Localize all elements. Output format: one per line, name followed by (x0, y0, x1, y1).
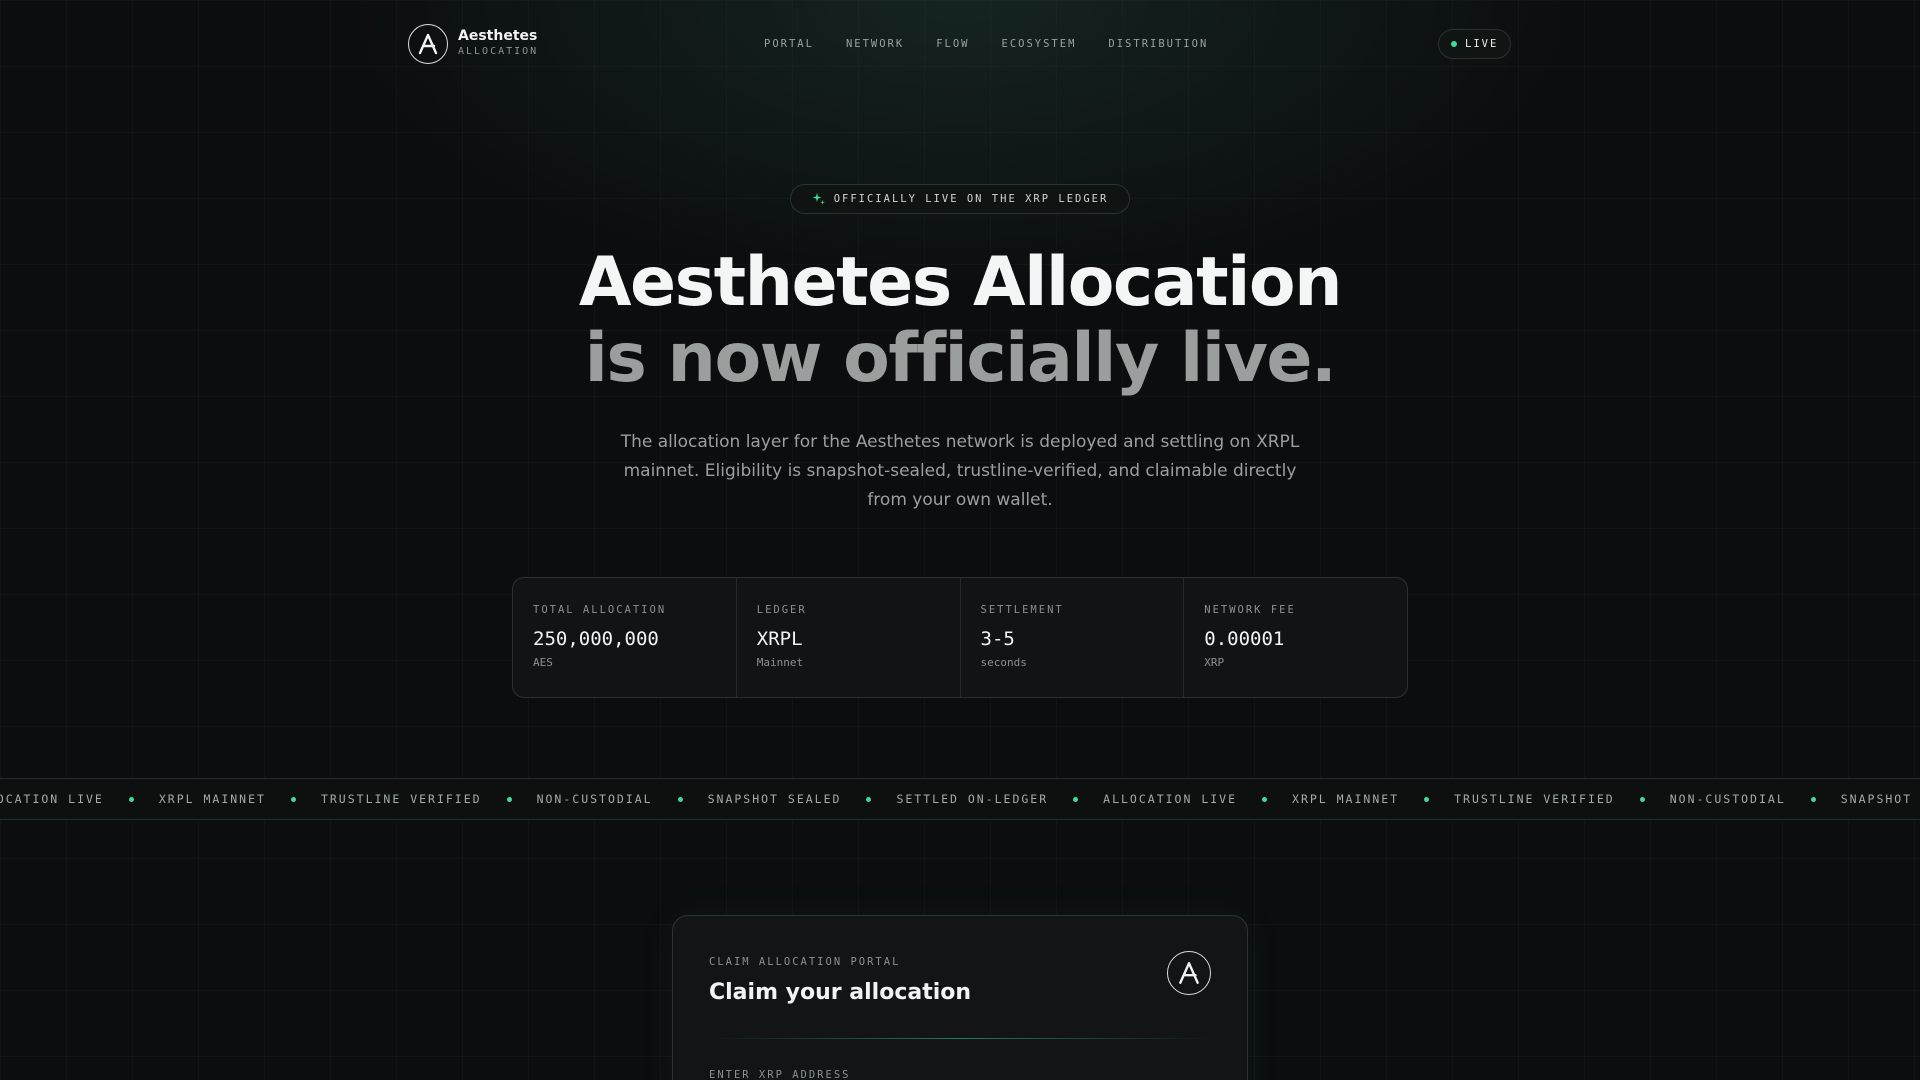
ticker-separator-icon (1810, 796, 1816, 802)
brand-subtitle: ALLOCATION (458, 46, 539, 57)
claim-card: CLAIM ALLOCATION PORTAL Claim your alloc… (672, 915, 1248, 1080)
ticker-item: SETTLED ON-LEDGER (896, 792, 1103, 806)
ticker-item: SNAPSHOT SEALED (708, 792, 897, 806)
ticker-item: TRUSTLINE VERIFIED (321, 792, 537, 806)
ticker-item-label: XRPL MAINNET (1292, 792, 1400, 806)
ticker-item: NON-CUSTODIAL (1670, 792, 1841, 806)
xrp-address-label: ENTER XRP ADDRESS (709, 1069, 851, 1080)
hero-title: Aesthetes Allocation is now officially l… (460, 245, 1460, 397)
ticker-separator-icon (1424, 796, 1430, 802)
nav-portal[interactable]: PORTAL (764, 36, 814, 52)
hero-title-line1: Aesthetes Allocation (578, 243, 1343, 322)
ticker-separator-icon (677, 796, 683, 802)
stat-value: 250,000,000 (533, 628, 659, 650)
nav-network[interactable]: NETWORK (846, 36, 904, 52)
brand[interactable]: Aesthetes ALLOCATION (408, 24, 538, 64)
stat-value: 0.00001 (1204, 628, 1285, 650)
stat-label: NETWORK FEE (1204, 604, 1296, 616)
badge-label: OFFICIALLY LIVE ON THE XRP LEDGER (833, 193, 1109, 205)
ticker-item-label: TRUSTLINE VERIFIED (320, 792, 482, 806)
stat-label: TOTAL ALLOCATION (533, 604, 667, 616)
ticker-item-label: NON-CUSTODIAL (536, 792, 653, 806)
ticker-separator-icon (1639, 796, 1645, 802)
brand-name: Aesthetes (458, 28, 538, 44)
ticker-separator-icon (1262, 796, 1268, 802)
ticker-item-label: SETTLED ON-LEDGER (896, 792, 1049, 806)
aesthetes-logo-icon (408, 24, 448, 64)
ticker-item: TRUSTLINE VERIFIED (1454, 792, 1670, 806)
ticker-track: ALLOCATION LIVE XRPL MAINNET TRUSTLINE VER… (0, 779, 1920, 819)
stat-unit: XRP (1204, 656, 1225, 669)
ticker-item: SNAPSHOT SEALED (1841, 792, 1920, 806)
ticker-separator-icon (1073, 796, 1079, 802)
ticker-item-label: NON-CUSTODIAL (1669, 792, 1786, 806)
live-badge: OFFICIALLY LIVE ON THE XRP LEDGER (790, 184, 1130, 214)
stat-settlement: SETTLEMENT 3-5 seconds (961, 578, 1185, 697)
main-nav: PORTAL NETWORK FLOW ECOSYSTEM DISTRIBUTI… (764, 36, 1208, 52)
stat-network-fee: NETWORK FEE 0.00001 XRP (1184, 578, 1407, 697)
nav-ecosystem[interactable]: ECOSYSTEM (1002, 36, 1077, 52)
claim-title: Claim your allocation (709, 980, 972, 1005)
ticker-item: XRPL MAINNET (1292, 792, 1454, 806)
ticker-separator-icon (128, 796, 134, 802)
ticker-item-label: XRPL MAINNET (158, 792, 266, 806)
stat-ledger: LEDGER XRPL Mainnet (737, 578, 961, 697)
ticker-item: ALLOCATION LIVE (1103, 792, 1292, 806)
ticker-item: NON-CUSTODIAL (537, 792, 708, 806)
stat-unit: Mainnet (756, 656, 804, 669)
ticker-item-label: TRUSTLINE VERIFIED (1454, 792, 1615, 806)
stat-value: 3-5 (980, 628, 1015, 650)
claim-kicker: CLAIM ALLOCATION PORTAL (709, 956, 901, 968)
stat-total-allocation: TOTAL ALLOCATION 250,000,000 AES (513, 578, 737, 697)
hero-title-line2: is now officially live. (584, 319, 1337, 398)
hero-lead: The allocation layer for the Aesthetes n… (620, 432, 1300, 510)
ticker-item-label: ALLOCATION LIVE (0, 792, 104, 806)
live-status-label: LIVE (1465, 38, 1499, 50)
ticker-separator-icon (866, 796, 872, 802)
stat-label: LEDGER (756, 604, 807, 616)
ticker-item-label: SNAPSHOT SEALED (1840, 792, 1920, 806)
stat-unit: AES (533, 656, 553, 669)
stat-value: XRPL (756, 628, 803, 650)
ticker-separator-icon (290, 796, 296, 802)
nav-flow[interactable]: FLOW (936, 36, 969, 52)
ticker-item-label: ALLOCATION LIVE (1103, 792, 1238, 806)
aesthetes-logo-icon (1167, 951, 1211, 995)
stats-panel: TOTAL ALLOCATION 250,000,000 AES LEDGER … (512, 577, 1408, 698)
status-dot-icon (1451, 41, 1457, 47)
status-ticker: ALLOCATION LIVE XRPL MAINNET TRUSTLINE VER… (0, 778, 1920, 820)
stat-label: SETTLEMENT (980, 604, 1064, 616)
sparkle-icon (812, 193, 825, 205)
live-status-pill[interactable]: LIVE (1438, 29, 1512, 59)
ticker-item-label: SNAPSHOT SEALED (707, 792, 842, 806)
card-divider (709, 1038, 1213, 1039)
ticker-item: XRPL MAINNET (159, 792, 321, 806)
ticker-item: ALLOCATION LIVE (0, 792, 159, 806)
stat-unit: seconds (980, 656, 1027, 669)
nav-distribution[interactable]: DISTRIBUTION (1108, 36, 1208, 52)
ticker-separator-icon (506, 796, 512, 802)
